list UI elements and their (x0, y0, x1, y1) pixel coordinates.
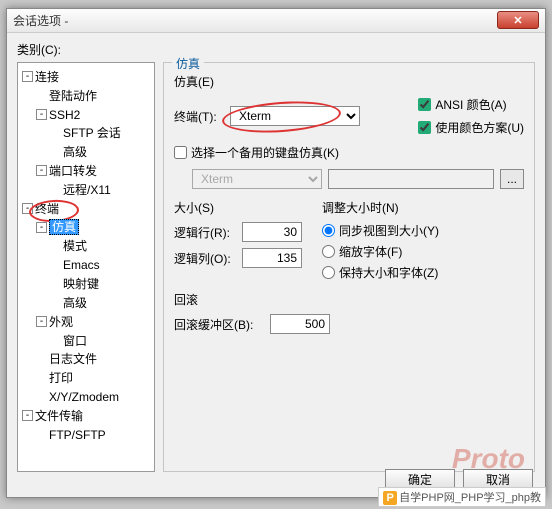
tree-login[interactable]: 登陆动作 (49, 89, 97, 103)
tree-xyz[interactable]: X/Y/Zmodem (49, 390, 119, 404)
tree-print[interactable]: 打印 (49, 371, 73, 385)
size-title: 大小(S) (174, 199, 302, 216)
scrollback-label: 回滚缓冲区(B): (174, 316, 264, 333)
resize-title: 调整大小时(N) (322, 199, 439, 216)
tree-remotex11[interactable]: 远程/X11 (63, 183, 111, 197)
tree-emulation-selected[interactable]: 仿真 (49, 219, 79, 235)
panel-title: 仿真 (172, 55, 204, 72)
expand-icon[interactable]: - (36, 165, 47, 176)
color-scheme-check[interactable]: 使用颜色方案(U) (418, 119, 524, 136)
tree-ftpsftp[interactable]: FTP/SFTP (49, 428, 106, 442)
close-icon: ✕ (513, 14, 522, 27)
resize-zoom-radio[interactable]: 缩放字体(F) (322, 243, 439, 260)
cols-label: 逻辑列(O): (174, 250, 236, 267)
tree-appearance[interactable]: 外观 (49, 315, 73, 329)
tree-advanced2[interactable]: 高级 (63, 296, 87, 310)
alt-keyboard-check[interactable]: 选择一个备用的键盘仿真(K) (174, 144, 339, 161)
scrollback-input[interactable] (270, 314, 330, 334)
terminal-label: 终端(T): (174, 108, 224, 125)
expand-icon[interactable]: - (22, 71, 33, 82)
category-tree[interactable]: -连接 登陆动作 -SSH2 SFTP 会话 高级 -端口转发 (17, 62, 155, 472)
expand-icon[interactable]: - (36, 109, 47, 120)
emu-section-label: 仿真(E) (174, 73, 524, 90)
rows-input[interactable] (242, 222, 302, 242)
window-title: 会话选项 - (13, 12, 68, 29)
tree-logfile[interactable]: 日志文件 (49, 352, 97, 366)
ansi-color-check[interactable]: ANSI 颜色(A) (418, 96, 524, 113)
tree-sftp[interactable]: SFTP 会话 (63, 126, 121, 140)
p-icon: P (383, 491, 397, 505)
expand-icon[interactable]: - (36, 316, 47, 327)
expand-icon[interactable]: - (36, 222, 47, 233)
footer-badge: P自学PHP网_PHP学习_php教 (378, 487, 546, 507)
tree-advanced[interactable]: 高级 (63, 145, 87, 159)
expand-icon[interactable]: - (22, 410, 33, 421)
titlebar: 会话选项 - ✕ (7, 9, 545, 33)
alt-keyboard-select: Xterm (192, 169, 322, 189)
tree-mode[interactable]: 模式 (63, 239, 87, 253)
tree-window[interactable]: 窗口 (63, 333, 87, 347)
tree-emacs[interactable]: Emacs (63, 258, 100, 272)
tree-portfwd[interactable]: 端口转发 (49, 164, 97, 178)
close-button[interactable]: ✕ (497, 11, 539, 29)
resize-sync-radio[interactable]: 同步视图到大小(Y) (322, 222, 439, 239)
tree-ssh2[interactable]: SSH2 (49, 107, 80, 121)
resize-keep-radio[interactable]: 保持大小和字体(Z) (322, 264, 439, 281)
tree-connection[interactable]: 连接 (35, 70, 59, 84)
scrollback-title: 回滚 (174, 291, 524, 308)
browse-button[interactable]: ... (500, 169, 524, 189)
terminal-select[interactable]: Xterm (230, 106, 360, 126)
session-options-dialog: 会话选项 - ✕ 类别(C): -连接 登陆动作 -SSH2 SFTP 会话 高… (6, 8, 546, 498)
rows-label: 逻辑行(R): (174, 224, 236, 241)
category-label: 类别(C): (17, 41, 535, 58)
tree-filetrans[interactable]: 文件传输 (35, 409, 83, 423)
expand-icon[interactable]: - (22, 203, 33, 214)
alt-keyboard-path (328, 169, 494, 189)
tree-terminal[interactable]: 终端 (35, 202, 59, 216)
tree-mapkey[interactable]: 映射键 (63, 277, 99, 291)
cols-input[interactable] (242, 248, 302, 268)
